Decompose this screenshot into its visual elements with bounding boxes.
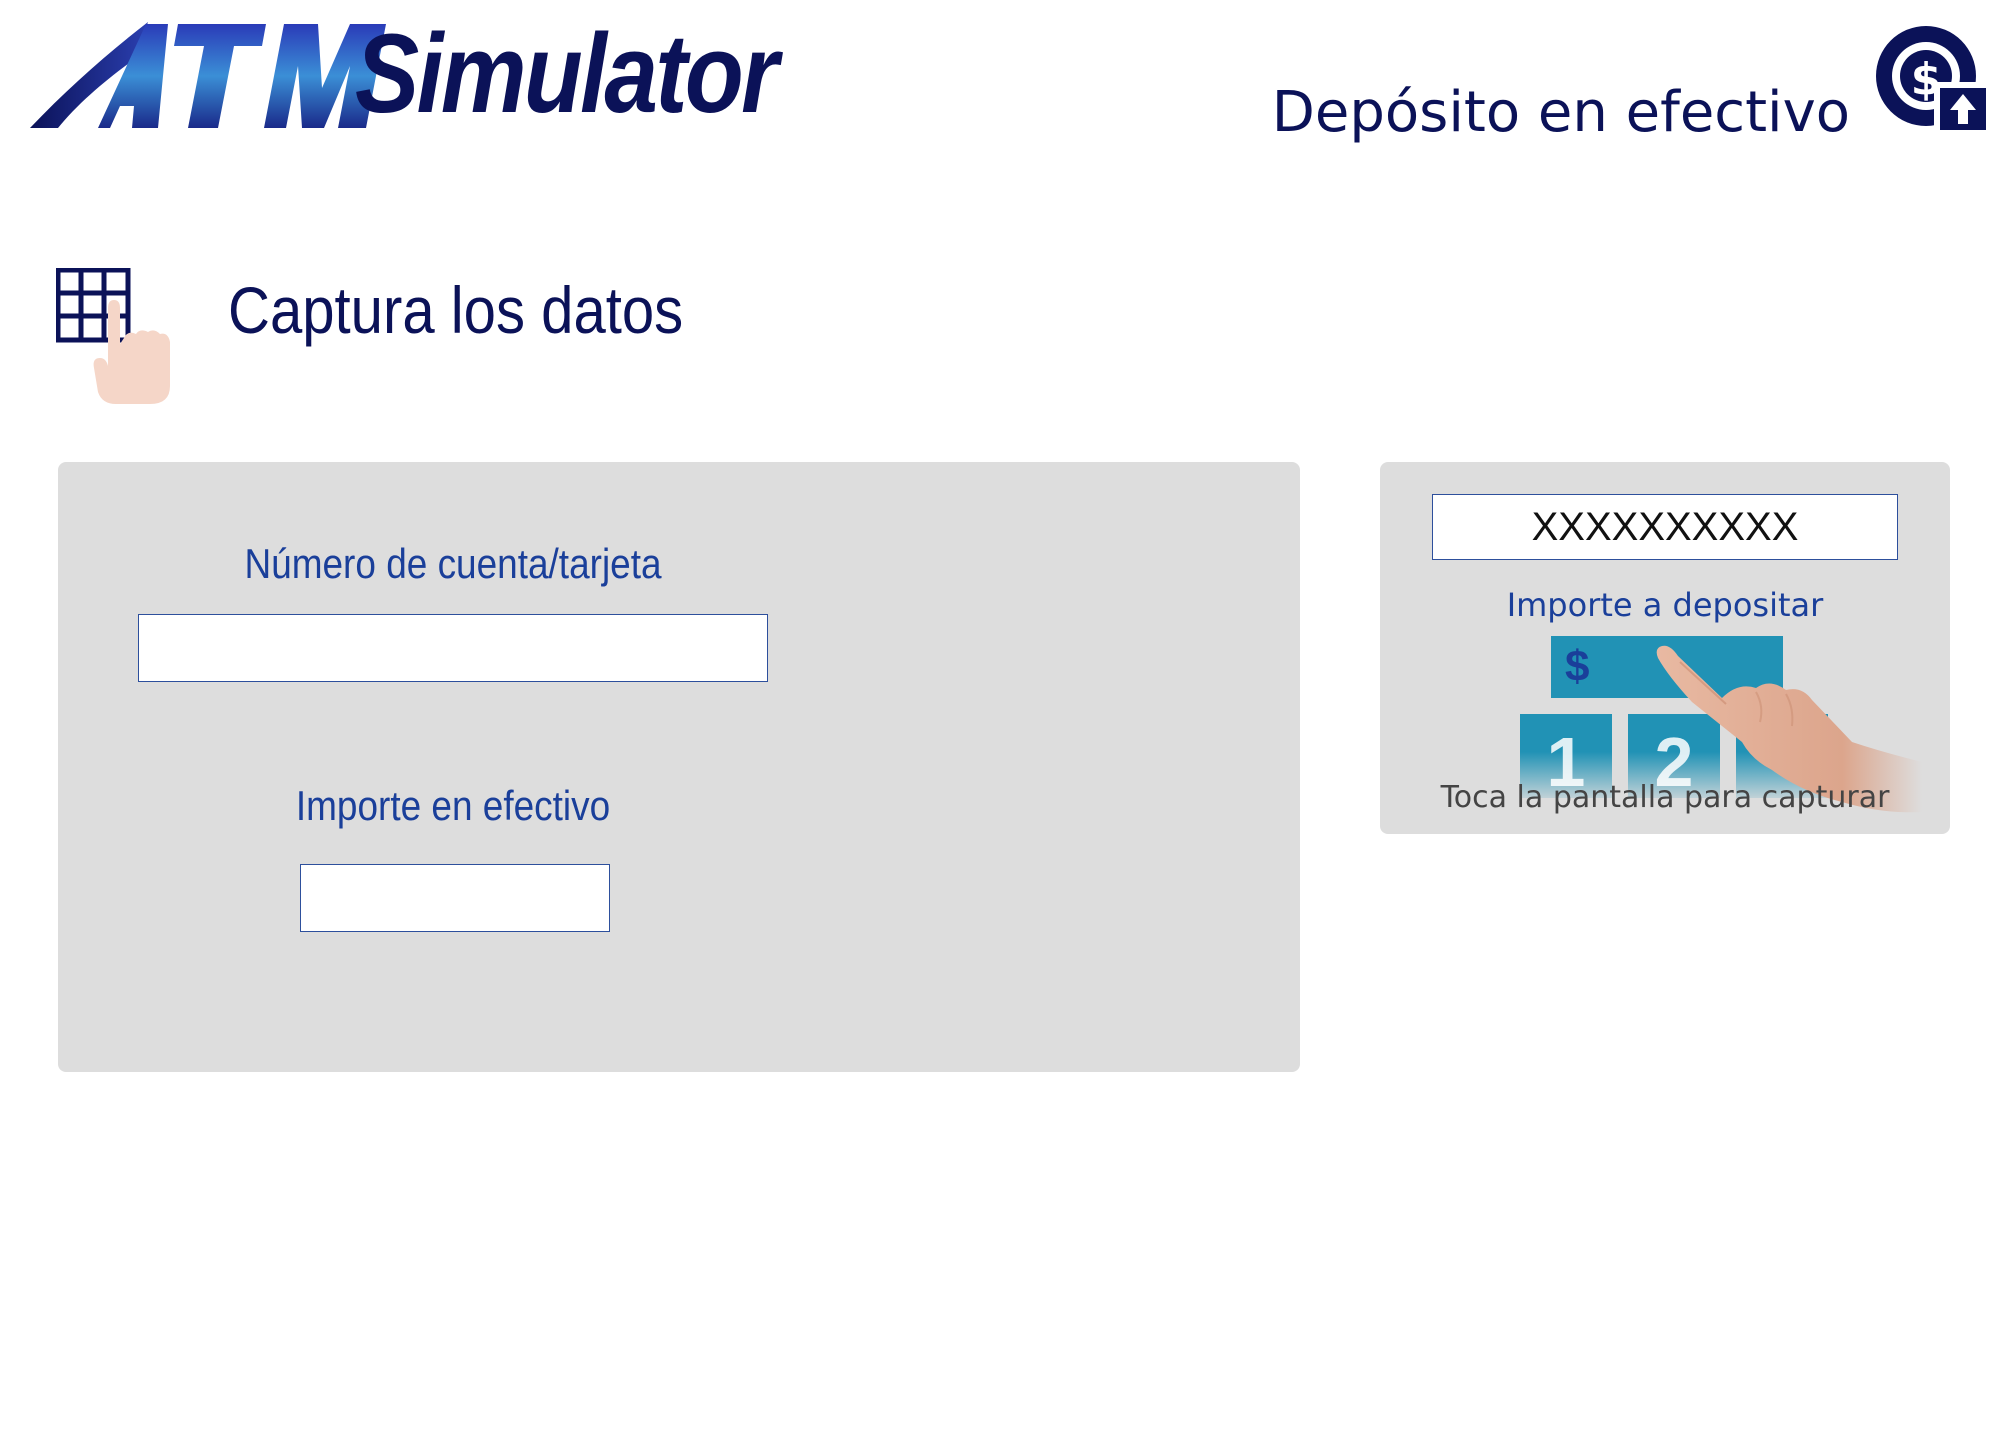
hint-currency-symbol: $ bbox=[1565, 642, 1590, 691]
account-number-input[interactable] bbox=[138, 614, 768, 682]
account-number-label: Número de cuenta/tarjeta bbox=[244, 540, 662, 587]
hint-caption: Toca la pantalla para capturar bbox=[1440, 780, 1890, 815]
touch-hint-panel: XXXXXXXXXX Importe a depositar $ 1 2 Toc… bbox=[1380, 462, 1950, 834]
cash-deposit-icon: $ bbox=[1876, 26, 1988, 132]
deposit-form-panel: Número de cuenta/tarjeta Importe en efec… bbox=[58, 462, 1300, 1072]
section-title: Captura los datos bbox=[228, 273, 684, 347]
cash-amount-input[interactable] bbox=[300, 864, 610, 932]
hint-masked-number: XXXXXXXXXX bbox=[1432, 494, 1898, 560]
cash-amount-label: Importe en efectivo bbox=[295, 782, 611, 829]
page-title: Depósito en efectivo bbox=[1271, 80, 1850, 145]
logo-wordmark: Simulator bbox=[355, 11, 779, 136]
keypad-touch-icon bbox=[56, 268, 170, 404]
hint-amount-label: Importe a depositar bbox=[1506, 586, 1824, 624]
